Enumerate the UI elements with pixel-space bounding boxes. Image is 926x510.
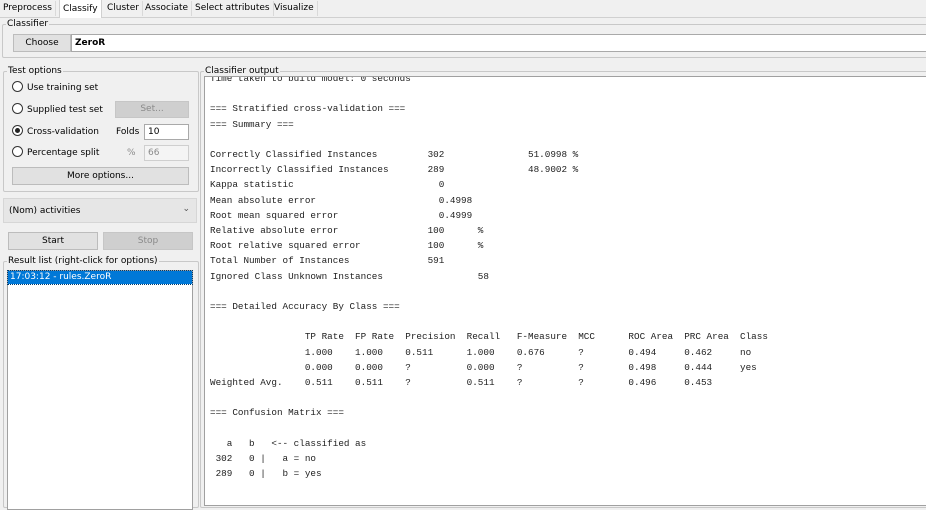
tab-cluster[interactable]: Cluster xyxy=(104,1,143,16)
radio-icon xyxy=(12,146,23,157)
supplied-test-set-label: Supplied test set xyxy=(27,105,103,115)
radio-icon xyxy=(12,81,23,92)
tab-preprocess[interactable]: Preprocess xyxy=(0,1,56,16)
set-button[interactable]: Set... xyxy=(115,101,189,118)
class-attribute-value: (Nom) activities xyxy=(9,206,81,216)
class-attribute-dropdown[interactable]: (Nom) activities ⌄ xyxy=(3,198,197,223)
result-list-item[interactable]: 17:03:12 - rules.ZeroR xyxy=(7,270,193,285)
classifier-legend: Classifier xyxy=(7,19,49,29)
start-button[interactable]: Start xyxy=(8,232,98,250)
result-list-legend: Result list (right-click for options) xyxy=(8,256,158,266)
tab-bar: Preprocess Classify Cluster Associate Se… xyxy=(0,0,926,18)
classifier-output-legend: Classifier output xyxy=(205,66,279,76)
percentage-split-radio[interactable]: Percentage split xyxy=(12,146,99,160)
supplied-test-set-radio[interactable]: Supplied test set xyxy=(12,103,103,117)
use-training-set-radio[interactable]: Use training set xyxy=(12,81,98,95)
cross-validation-radio[interactable]: Cross-validation xyxy=(12,125,99,139)
classifier-name-field[interactable]: ZeroR xyxy=(71,34,926,52)
choose-button[interactable]: Choose xyxy=(13,34,71,52)
cross-validation-label: Cross-validation xyxy=(27,127,99,137)
tab-select-attributes[interactable]: Select attributes xyxy=(192,1,274,16)
tab-visualize[interactable]: Visualize xyxy=(271,1,318,16)
stop-button[interactable]: Stop xyxy=(103,232,193,250)
result-list[interactable]: 17:03:12 - rules.ZeroR xyxy=(7,270,193,510)
percentage-split-label: Percentage split xyxy=(27,148,100,158)
chevron-down-icon: ⌄ xyxy=(182,204,190,214)
radio-selected-icon xyxy=(12,125,23,136)
tab-associate[interactable]: Associate xyxy=(142,1,193,16)
more-options-button[interactable]: More options... xyxy=(12,167,189,185)
radio-icon xyxy=(12,103,23,114)
percentage-input[interactable]: 66 xyxy=(144,145,189,161)
classifier-output-text-area[interactable]: Time taken to build model: 0 seconds ===… xyxy=(204,76,926,506)
tab-classify[interactable]: Classify xyxy=(59,0,102,18)
use-training-set-label: Use training set xyxy=(27,83,99,93)
percent-label: % xyxy=(127,148,136,158)
test-options-legend: Test options xyxy=(8,66,62,76)
folds-input[interactable]: 10 xyxy=(144,124,189,140)
folds-label: Folds xyxy=(116,127,140,137)
classifier-output-text: Time taken to build model: 0 seconds ===… xyxy=(210,76,768,480)
